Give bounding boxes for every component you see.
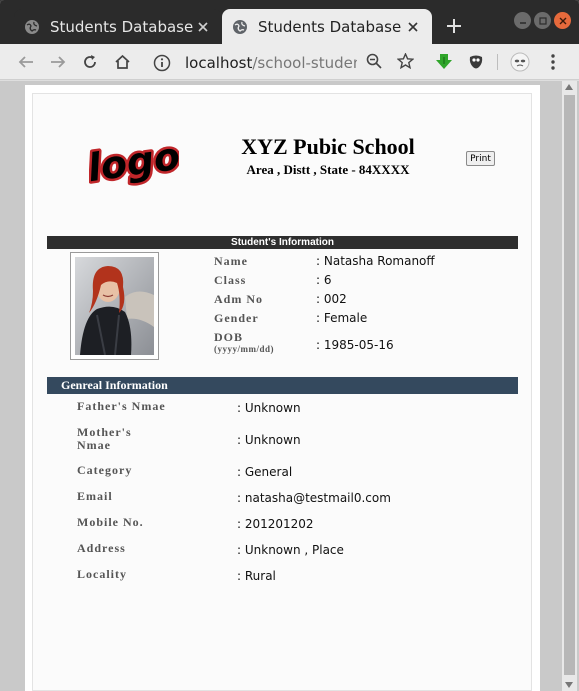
field-sublabel: (yyyy/mm/dd) <box>214 344 274 354</box>
general-info-header: Genreal Information <box>47 377 518 394</box>
logo-text-fill: logo <box>89 134 179 190</box>
field-label: Mother's Nmae <box>77 425 132 452</box>
student-dob-row: DOB (yyyy/mm/dd) : 1985-05-16 <box>214 330 514 360</box>
gimp-extension-icon[interactable] <box>464 50 488 74</box>
close-icon[interactable] <box>194 18 212 36</box>
field-label: Address <box>77 541 126 555</box>
student-adm-no-value: : 002 <box>316 292 347 306</box>
student-class-row: Class : 6 <box>214 273 514 291</box>
student-info-header: Student's Information <box>47 236 518 249</box>
scrollbar-thumb[interactable] <box>564 95 575 675</box>
toolbar-divider <box>497 54 498 70</box>
globe-icon <box>25 19 39 34</box>
field-label: Class <box>214 273 247 287</box>
school-logo: logo logo <box>82 131 185 192</box>
field-label: Mobile No. <box>77 515 144 529</box>
close-window-icon[interactable] <box>554 12 571 29</box>
url-path: /school-student... <box>252 53 357 72</box>
vertical-scrollbar[interactable] <box>562 81 577 691</box>
info-icon[interactable] <box>153 54 171 72</box>
print-button[interactable]: Print <box>466 151 495 166</box>
scroll-down-arrow-icon[interactable] <box>565 682 573 688</box>
student-card: logo logo XYZ Pubic School Area , Distt … <box>32 93 532 691</box>
plus-icon[interactable] <box>442 14 466 38</box>
download-extension-icon[interactable] <box>432 50 456 74</box>
student-dob-value: : 1985-05-16 <box>316 338 394 352</box>
student-name-row: Name : Natasha Romanoff <box>214 254 514 272</box>
page-viewport: logo logo XYZ Pubic School Area , Distt … <box>0 81 579 691</box>
zoom-icon[interactable] <box>366 53 382 73</box>
scroll-up-arrow-icon[interactable] <box>565 84 573 90</box>
tab-strip: Students Database Students Database <box>0 0 579 44</box>
student-adm-no-row: Adm No : 002 <box>214 292 514 310</box>
address-bar[interactable]: localhost/school-student... <box>143 48 424 77</box>
category-value: : General <box>237 465 293 479</box>
field-label: Locality <box>77 567 127 581</box>
field-label: Father's Nmae <box>77 399 166 413</box>
field-label: Name <box>214 254 248 268</box>
mobile-value: : 201201202 <box>237 517 314 531</box>
student-photo <box>70 252 159 360</box>
menu-icon[interactable] <box>541 50 565 74</box>
student-gender-value: : Female <box>316 311 368 325</box>
mother-name-value: : Unknown <box>237 433 301 447</box>
tab-title: Students Database <box>50 17 194 36</box>
forward-icon[interactable] <box>46 50 70 74</box>
url-text: localhost/school-student... <box>185 54 357 72</box>
locality-value: : Rural <box>237 569 276 583</box>
page-sheet: logo logo XYZ Pubic School Area , Distt … <box>25 85 540 691</box>
minimize-icon[interactable] <box>514 12 531 29</box>
url-host: localhost <box>185 53 253 72</box>
globe-icon <box>233 19 247 34</box>
student-name-value: : Natasha Romanoff <box>316 254 435 268</box>
maximize-icon[interactable] <box>534 12 551 29</box>
profile-icon[interactable] <box>508 50 532 74</box>
tab-students-database-1[interactable]: Students Database <box>14 9 222 44</box>
home-icon[interactable] <box>110 50 134 74</box>
field-label: DOB <box>214 330 244 344</box>
field-label: Adm No <box>214 292 264 306</box>
email-value: : natasha@testmail0.com <box>237 491 391 505</box>
tab-students-database-2[interactable]: Students Database <box>222 9 432 44</box>
father-name-value: : Unknown <box>237 401 301 415</box>
reload-icon[interactable] <box>78 50 102 74</box>
student-gender-row: Gender : Female <box>214 311 514 329</box>
school-name: XYZ Pubic School <box>241 134 415 159</box>
window-controls <box>514 12 571 29</box>
field-label: Category <box>77 463 133 477</box>
back-icon[interactable] <box>14 50 38 74</box>
tab-title: Students Database <box>258 17 402 36</box>
browser-window: Students Database Students Database loca… <box>0 0 579 691</box>
browser-toolbar: localhost/school-student... <box>0 44 579 80</box>
field-label: Email <box>77 489 113 503</box>
star-icon[interactable] <box>396 52 415 73</box>
field-label: Gender <box>214 311 259 325</box>
close-icon[interactable] <box>404 18 422 36</box>
school-address: Area , Distt , State - 84XXXX <box>246 162 410 177</box>
address-value: : Unknown , Place <box>237 543 344 557</box>
student-class-value: : 6 <box>316 273 332 287</box>
